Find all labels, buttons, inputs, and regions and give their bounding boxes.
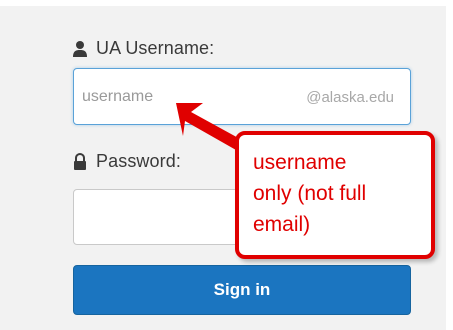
annotation-line-3: email) bbox=[253, 213, 311, 236]
sign-in-button[interactable]: Sign in bbox=[73, 265, 411, 315]
username-placeholder: username bbox=[82, 88, 154, 105]
annotation-line-1: username bbox=[253, 151, 347, 174]
password-label: Password: bbox=[72, 151, 181, 172]
username-input[interactable]: username @alaska.edu bbox=[73, 68, 411, 125]
screenshot-canvas: UA Username: username @alaska.edu Passwo… bbox=[0, 0, 453, 330]
user-icon bbox=[72, 40, 88, 58]
annotation-line-2: only (not full bbox=[253, 182, 367, 205]
password-label-text: Password: bbox=[96, 151, 181, 171]
username-label: UA Username: bbox=[72, 38, 214, 59]
annotation-callout: username only (not full email) bbox=[235, 131, 435, 259]
username-label-text: UA Username: bbox=[96, 38, 215, 58]
email-domain-suffix: @alaska.edu bbox=[306, 89, 394, 106]
lock-icon bbox=[72, 152, 88, 171]
